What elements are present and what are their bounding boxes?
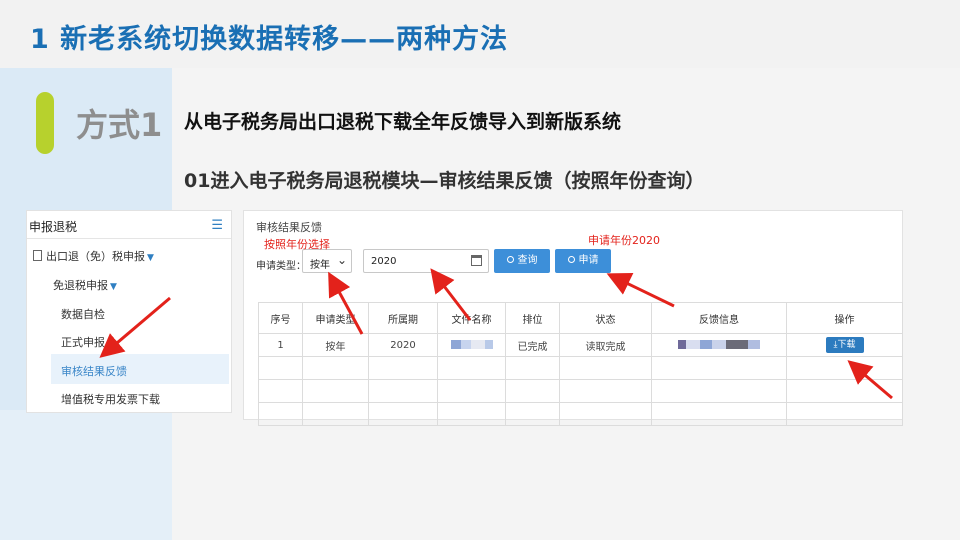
- apply-button-label: 申请: [578, 255, 599, 266]
- sidebar-header: 申报退税 ☰: [27, 211, 231, 239]
- accent-pill: [36, 92, 54, 154]
- review-feedback-panel: 审核结果反馈 申请类型： 按年 ⌄ 2020 查询 申请 序号 申请类型 所属期…: [243, 210, 903, 426]
- search-icon: [506, 256, 514, 263]
- type-select[interactable]: 按年 ⌄: [302, 249, 352, 273]
- calendar-icon[interactable]: [471, 255, 482, 266]
- heading-secondary: 01进入电子税务局退税模块—审核结果反馈（按照年份查询）: [184, 170, 705, 192]
- sidebar-item-label: 免退税申报: [53, 279, 108, 292]
- sidebar-panel: 申报退税 ☰ 出口退（免）税申报 ▼ 免退税申报 ▼ 数据自检 正式申报 审核结果反…: [26, 210, 232, 413]
- type-select-value: 按年: [310, 260, 330, 271]
- chevron-down-icon: ⌄: [336, 253, 347, 267]
- download-button-label: 下载: [837, 340, 856, 350]
- cell-action: ⤓下载: [786, 333, 903, 357]
- search-icon: [567, 256, 575, 263]
- table-header-row: 序号 申请类型 所属期 文件名称 排位 状态 反馈信息 操作: [258, 302, 903, 334]
- sidebar-item-review-feedback[interactable]: 审核结果反馈: [61, 363, 127, 379]
- cell-index: 1: [258, 333, 303, 357]
- document-icon: [33, 250, 42, 261]
- caret-down-icon: ▼: [110, 282, 117, 292]
- slide-title: 1 新老系统切换数据转移——两种方法: [30, 24, 509, 55]
- query-button-label: 查询: [517, 255, 538, 266]
- table-row: [258, 356, 903, 380]
- sidebar-item-self-check[interactable]: 数据自检: [61, 306, 105, 322]
- col-header-index: 序号: [258, 302, 303, 334]
- col-header-action: 操作: [786, 302, 903, 334]
- sidebar-item-formal-declaration[interactable]: 正式申报: [61, 334, 105, 350]
- col-header-period: 所属期: [368, 302, 438, 334]
- apply-button[interactable]: 申请: [555, 249, 611, 273]
- query-button[interactable]: 查询: [494, 249, 550, 273]
- col-header-filename: 文件名称: [437, 302, 506, 334]
- sidebar-item-export-declaration[interactable]: 出口退（免）税申报 ▼: [33, 248, 154, 264]
- annotation-by-year: 按照年份选择: [264, 238, 330, 251]
- method-label: 方式1: [76, 106, 163, 144]
- year-input[interactable]: 2020: [363, 249, 489, 273]
- cell-filename-redacted: [437, 333, 506, 357]
- heading-primary: 从电子税务局出口退税下载全年反馈导入到新版系统: [184, 111, 622, 133]
- type-label: 申请类型：: [256, 261, 306, 272]
- hamburger-menu-icon[interactable]: ☰: [211, 218, 223, 233]
- cell-type: 按年: [302, 333, 369, 357]
- feedback-table: 序号 申请类型 所属期 文件名称 排位 状态 反馈信息 操作 1 按年 2020…: [258, 302, 903, 426]
- cell-status: 读取完成: [559, 333, 652, 357]
- sidebar-item-refund-declaration[interactable]: 免退税申报 ▼: [53, 277, 117, 293]
- cell-period: 2020: [368, 333, 438, 357]
- year-input-value: 2020: [371, 256, 397, 267]
- caret-down-icon: ▼: [147, 253, 154, 263]
- cell-rank: 已完成: [505, 333, 560, 357]
- cell-feedback-redacted: [651, 333, 787, 357]
- sidebar-item-label: 出口退（免）税申报: [46, 250, 145, 263]
- col-header-type: 申请类型: [302, 302, 369, 334]
- col-header-feedback: 反馈信息: [651, 302, 787, 334]
- col-header-status: 状态: [559, 302, 652, 334]
- table-row: [258, 402, 903, 426]
- table-row: [258, 379, 903, 403]
- sidebar-header-label: 申报退税: [29, 220, 78, 234]
- annotation-apply-2020: 申请年份2020: [588, 234, 660, 247]
- col-header-rank: 排位: [505, 302, 560, 334]
- download-button[interactable]: ⤓下载: [825, 337, 864, 353]
- panel-title: 审核结果反馈: [256, 221, 322, 234]
- table-row: 1 按年 2020 已完成 读取完成 ⤓下载: [258, 333, 903, 357]
- left-band-lower: [0, 410, 172, 540]
- sidebar-item-invoice-download[interactable]: 增值税专用发票下载: [61, 391, 160, 407]
